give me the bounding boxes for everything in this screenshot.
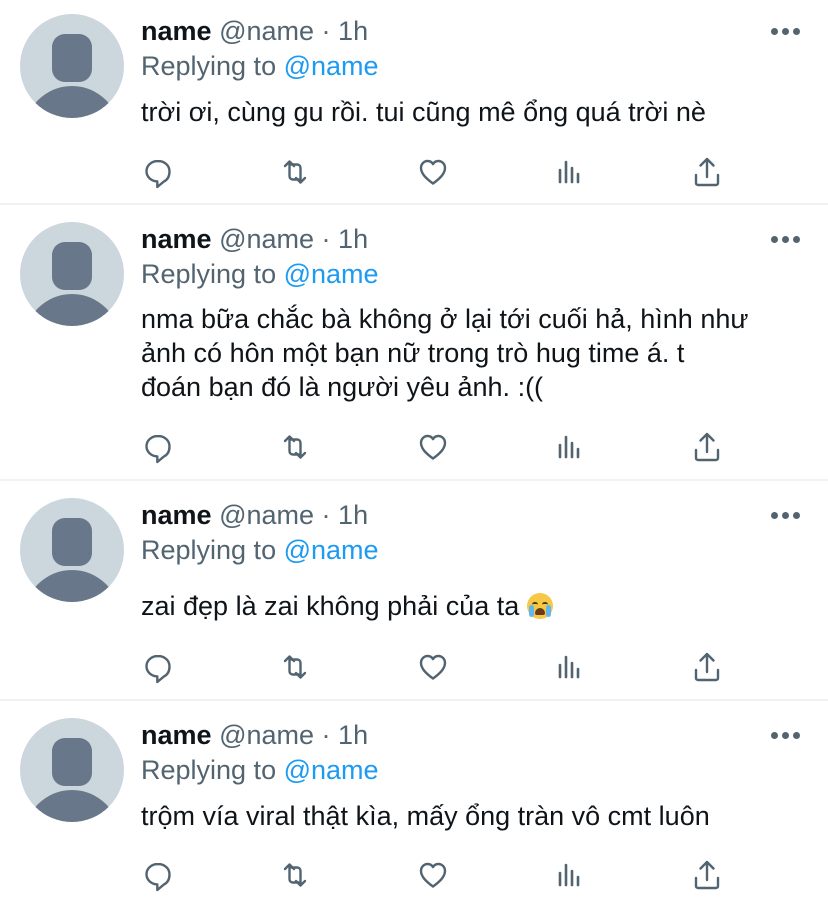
- tweet-header: name @name · 1h: [141, 14, 368, 48]
- mention-link[interactable]: @name: [284, 51, 379, 81]
- replying-label: Replying to: [141, 259, 277, 289]
- tweet-header: name @name · 1h: [141, 718, 368, 752]
- divider: [0, 203, 828, 205]
- tweet[interactable]: name @name · 1h Replying to @name trời ơ…: [0, 0, 828, 204]
- tweet-header: name @name · 1h: [141, 498, 368, 532]
- user-handle[interactable]: @name: [219, 720, 314, 750]
- reply-icon[interactable]: [138, 427, 178, 467]
- separator: ·: [321, 224, 331, 254]
- separator: ·: [321, 16, 331, 46]
- replying-to: Replying to @name: [141, 49, 379, 83]
- reply-icon[interactable]: [138, 152, 178, 192]
- tweet-actions: [0, 427, 828, 467]
- user-handle[interactable]: @name: [219, 16, 314, 46]
- tweet-text-wrap: zai đẹp là zai không phải của ta: [141, 589, 811, 623]
- views-chart-icon[interactable]: [550, 855, 590, 895]
- views-chart-icon[interactable]: [550, 427, 590, 467]
- tweet[interactable]: name @name · 1h Replying to @name trộm v…: [0, 704, 828, 906]
- timestamp[interactable]: 1h: [338, 224, 368, 254]
- avatar[interactable]: [20, 14, 124, 118]
- views-chart-icon[interactable]: [550, 647, 590, 687]
- mention-link[interactable]: @name: [284, 755, 379, 785]
- share-icon[interactable]: [687, 855, 727, 895]
- retweet-icon[interactable]: [275, 855, 315, 895]
- tweet-text: trời ơi, cùng gu rồi. tui cũng mê ổng qu…: [141, 97, 706, 127]
- views-chart-icon[interactable]: [550, 152, 590, 192]
- tweet-text: trộm vía viral thật kìa, mấy ổng tràn vô…: [141, 801, 710, 831]
- tweet-header: name @name · 1h: [141, 222, 368, 256]
- like-heart-icon[interactable]: [413, 855, 453, 895]
- more-horizontal-icon[interactable]: [771, 28, 801, 36]
- like-heart-icon[interactable]: [413, 152, 453, 192]
- display-name[interactable]: name: [141, 720, 212, 750]
- reply-icon[interactable]: [138, 647, 178, 687]
- loudly-crying-face-icon: [526, 593, 553, 619]
- avatar[interactable]: [20, 718, 124, 822]
- replying-to: Replying to @name: [141, 533, 379, 567]
- avatar[interactable]: [20, 222, 124, 326]
- timestamp[interactable]: 1h: [338, 720, 368, 750]
- tweet-actions: [0, 855, 828, 895]
- share-icon[interactable]: [687, 647, 727, 687]
- timestamp[interactable]: 1h: [338, 16, 368, 46]
- user-handle[interactable]: @name: [219, 500, 314, 530]
- tweet-text: zai đẹp là zai không phải của ta: [141, 591, 520, 621]
- retweet-icon[interactable]: [275, 427, 315, 467]
- avatar[interactable]: [20, 498, 124, 602]
- more-horizontal-icon[interactable]: [771, 512, 801, 520]
- more-horizontal-icon[interactable]: [771, 732, 801, 740]
- tweet[interactable]: name @name · 1h Replying to @name zai đẹ…: [0, 484, 828, 700]
- display-name[interactable]: name: [141, 224, 212, 254]
- replying-label: Replying to: [141, 535, 277, 565]
- replying-label: Replying to: [141, 755, 277, 785]
- retweet-icon[interactable]: [275, 647, 315, 687]
- replying-to: Replying to @name: [141, 257, 379, 291]
- mention-link[interactable]: @name: [284, 535, 379, 565]
- replying-label: Replying to: [141, 51, 277, 81]
- replying-to: Replying to @name: [141, 753, 379, 787]
- share-icon[interactable]: [687, 152, 727, 192]
- timestamp[interactable]: 1h: [338, 500, 368, 530]
- share-icon[interactable]: [687, 427, 727, 467]
- display-name[interactable]: name: [141, 500, 212, 530]
- separator: ·: [321, 720, 331, 750]
- like-heart-icon[interactable]: [413, 427, 453, 467]
- reply-icon[interactable]: [138, 855, 178, 895]
- mention-link[interactable]: @name: [284, 259, 379, 289]
- divider: [0, 479, 828, 481]
- user-handle[interactable]: @name: [219, 224, 314, 254]
- tweet[interactable]: name @name · 1h Replying to @name nma bữ…: [0, 208, 828, 480]
- like-heart-icon[interactable]: [413, 647, 453, 687]
- display-name[interactable]: name: [141, 16, 212, 46]
- tweet-actions: [0, 647, 828, 687]
- tweet-text: nma bữa chắc bà không ở lại tới cuối hả,…: [141, 304, 749, 402]
- separator: ·: [321, 500, 331, 530]
- divider: [0, 699, 828, 701]
- tweet-actions: [0, 152, 828, 192]
- retweet-icon[interactable]: [275, 152, 315, 192]
- more-horizontal-icon[interactable]: [771, 236, 801, 244]
